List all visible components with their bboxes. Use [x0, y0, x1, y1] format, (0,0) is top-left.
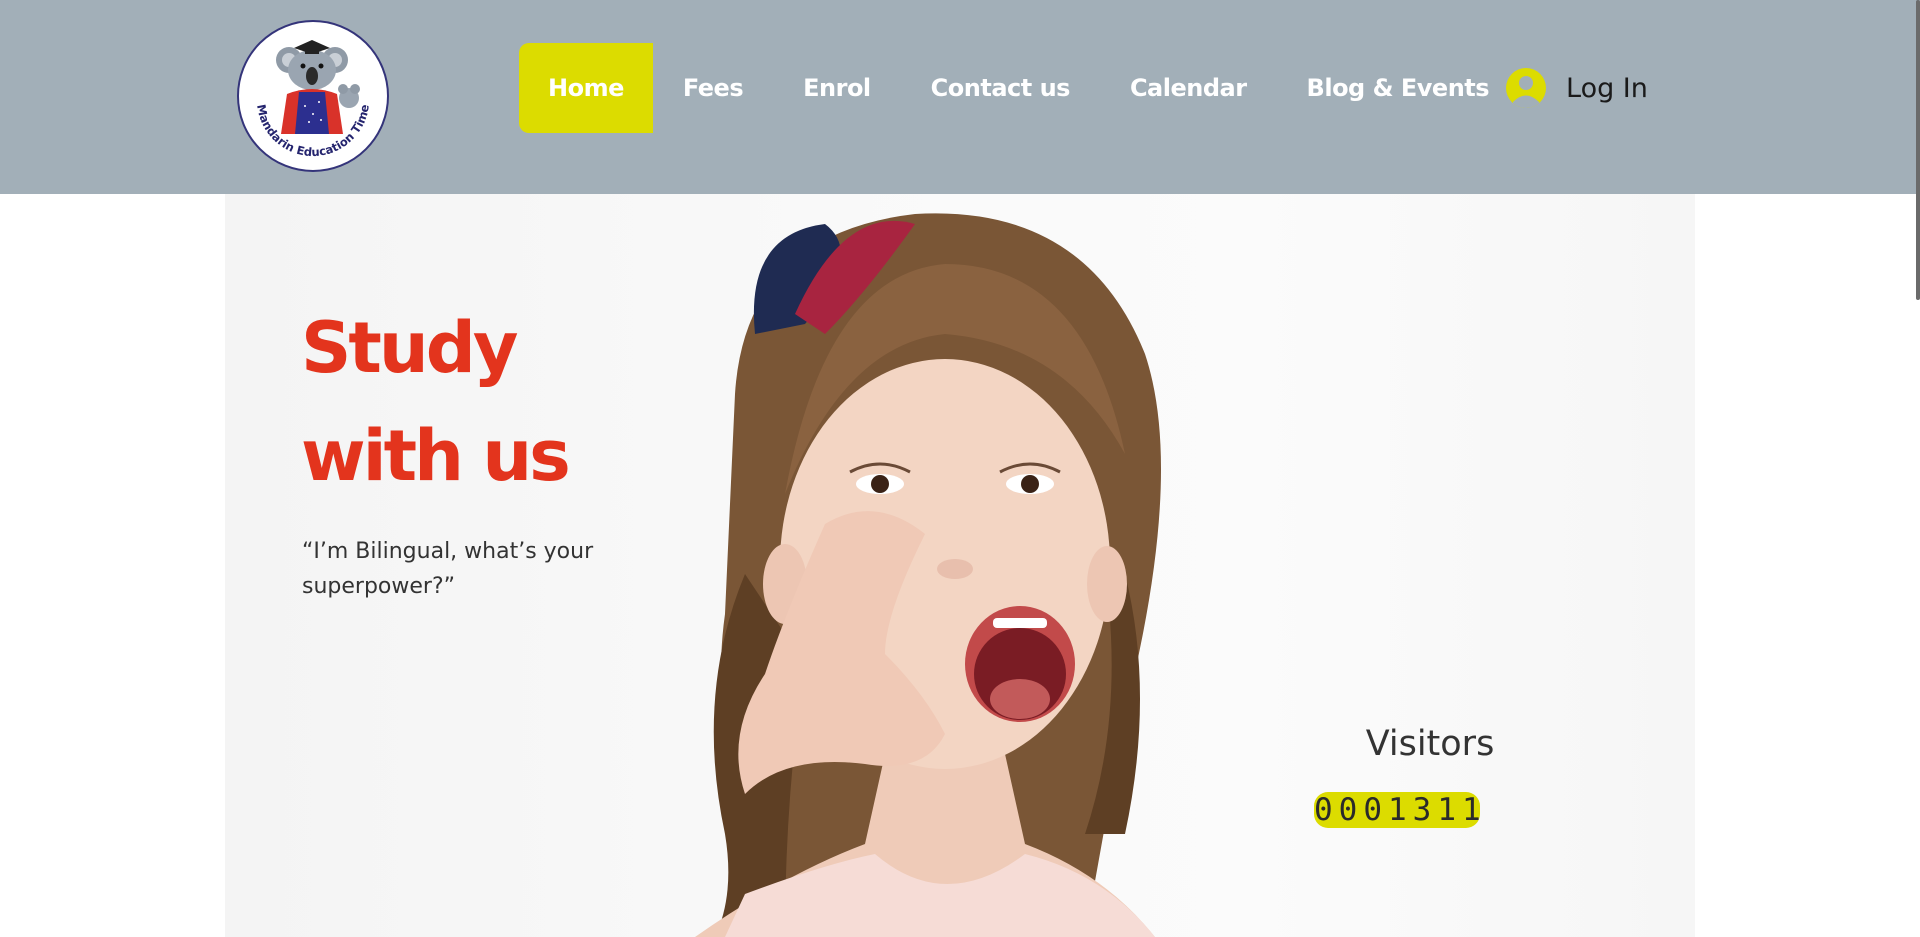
- koala-graduate-logo-icon: Mandarin Education Time: [254, 40, 372, 159]
- site-header: Mandarin Education Time Home Fees Enrol …: [0, 0, 1920, 194]
- page-scrollbar[interactable]: [1916, 0, 1920, 300]
- main-nav: Home Fees Enrol Contact us Calendar Blog…: [519, 43, 1519, 133]
- nav-blog-events[interactable]: Blog & Events: [1277, 43, 1520, 133]
- hero-quote: “I’m Bilingual, what’s your superpower?”: [302, 539, 594, 599]
- user-avatar-icon: [1506, 68, 1546, 108]
- visitors-counter: 0001311: [1314, 792, 1487, 828]
- hero-title: Study with us: [301, 294, 801, 510]
- login-button[interactable]: Log In: [1506, 66, 1648, 110]
- nav-contact-us[interactable]: Contact us: [901, 43, 1100, 133]
- nav-fees[interactable]: Fees: [653, 43, 773, 133]
- nav-calendar[interactable]: Calendar: [1100, 43, 1277, 133]
- login-label: Log In: [1566, 72, 1648, 104]
- hero-title-line-1: Study: [301, 307, 518, 389]
- hero-title-line-2: with us: [301, 415, 571, 497]
- visitors-label: Visitors: [1365, 724, 1495, 764]
- nav-enrol[interactable]: Enrol: [773, 43, 901, 133]
- site-logo[interactable]: Mandarin Education Time: [237, 20, 389, 172]
- nav-home[interactable]: Home: [519, 43, 653, 133]
- hero-section: Study with us “I’m Bilingual, what’s you…: [225, 194, 1695, 937]
